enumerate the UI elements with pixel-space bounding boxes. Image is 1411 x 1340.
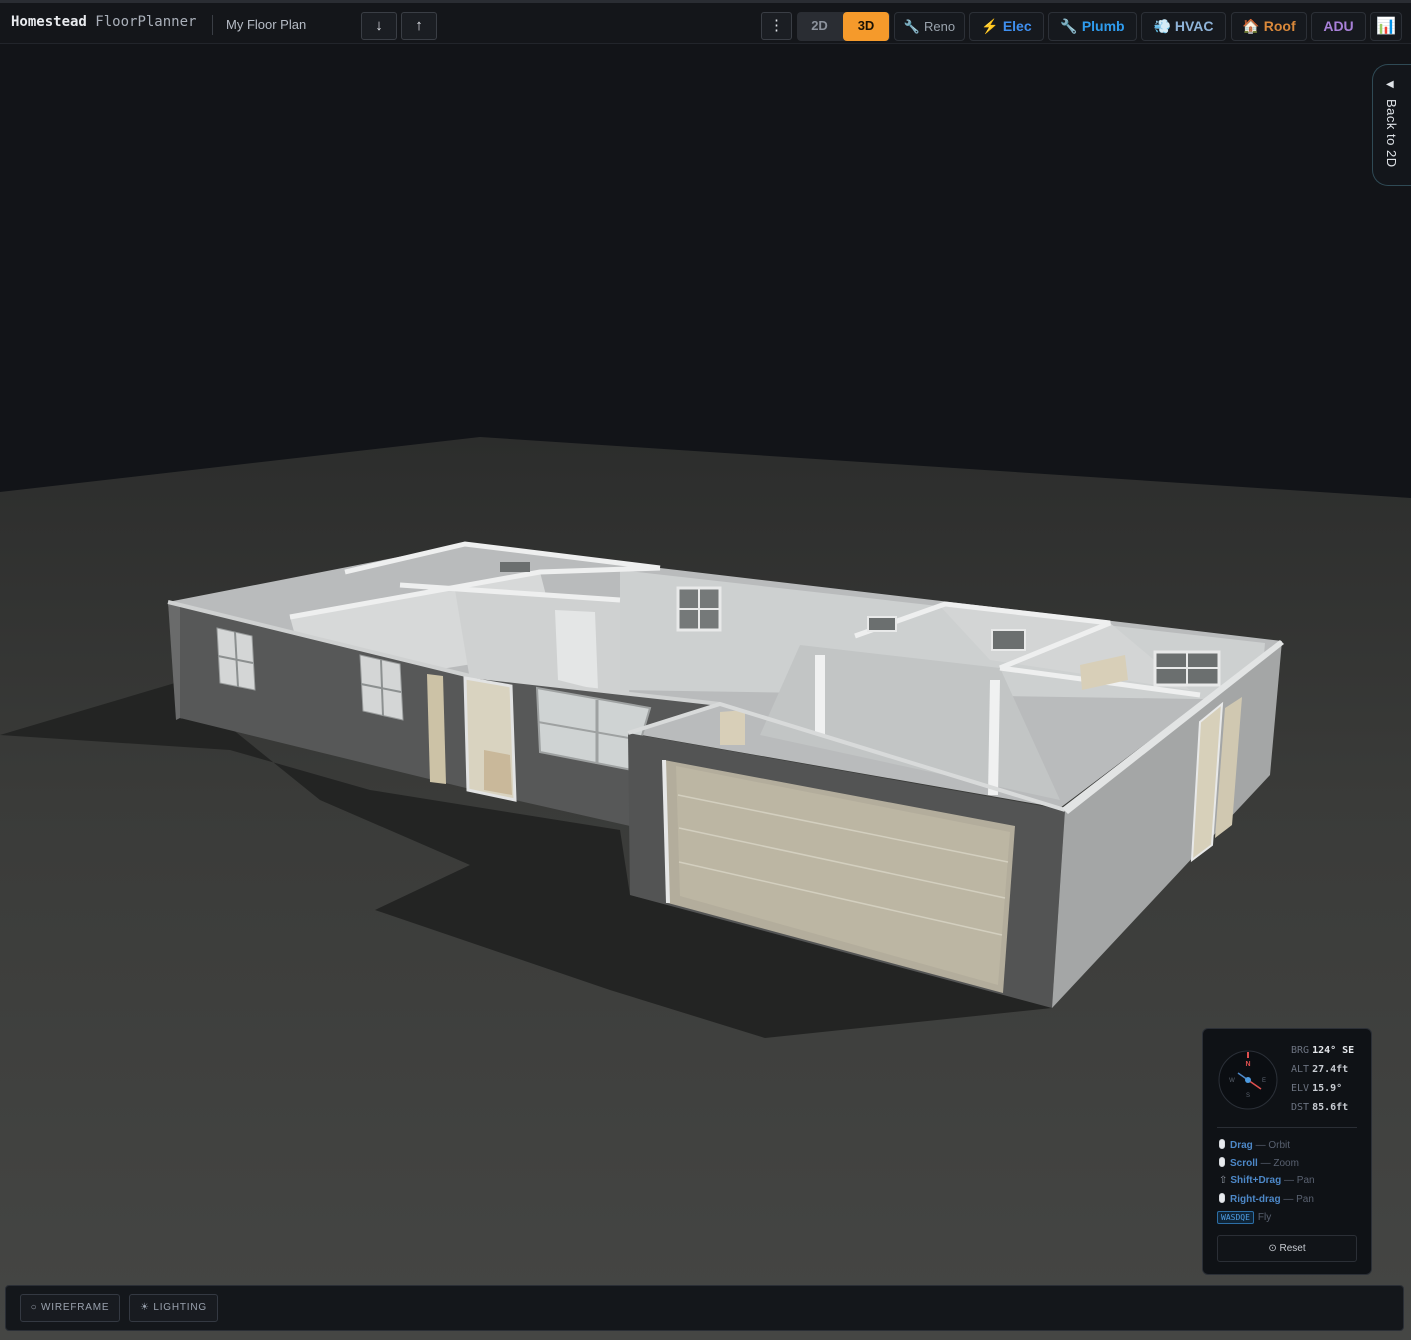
hint-key: Shift+Drag	[1230, 1175, 1282, 1186]
plan-name[interactable]: My Floor Plan	[226, 17, 306, 32]
view-2d-button[interactable]: 2D	[797, 12, 842, 41]
hvac-button[interactable]: 💨 HVAC	[1141, 12, 1226, 41]
distance-label: DST	[1291, 1102, 1310, 1113]
brand-name: Homestead	[11, 14, 87, 30]
download-icon: ↓	[375, 17, 383, 34]
3d-viewport[interactable]	[0, 44, 1411, 1340]
house-icon: 🏠	[1242, 18, 1260, 34]
more-menu-button[interactable]: ⋮	[761, 12, 792, 40]
plumb-button[interactable]: 🔧 Plumb	[1048, 12, 1137, 41]
back-to-2d-label: Back to 2D	[1384, 99, 1399, 168]
compass-east: E	[1262, 1078, 1266, 1084]
chart-icon: 📊	[1376, 18, 1396, 35]
hint-pan: ⇧ Shift+Drag — Pan	[1219, 1175, 1315, 1186]
hint-orbit: Drag — Orbit	[1219, 1139, 1290, 1151]
hint-fly: WASDQE Fly	[1217, 1211, 1271, 1224]
compass-south: S	[1246, 1093, 1250, 1099]
distance-value: 85.6ft	[1312, 1102, 1349, 1113]
wrench-icon: 🔧	[903, 19, 921, 34]
bearing-label: BRG	[1291, 1045, 1310, 1056]
adu-button[interactable]: ADU	[1311, 12, 1366, 41]
brand-divider	[212, 15, 213, 35]
arrow-left-icon: ◀	[1386, 79, 1394, 90]
compass-icon[interactable]: N S E W	[1217, 1049, 1279, 1111]
top-toolbar: Homestead FloorPlanner My Floor Plan ↓ ↑…	[0, 0, 1411, 44]
more-icon: ⋮	[769, 17, 784, 34]
brand-product: FloorPlanner	[95, 14, 197, 30]
bearing-value: 124° SE	[1312, 1045, 1355, 1056]
plumb-label: Plumb	[1081, 18, 1125, 34]
upload-icon: ↑	[415, 17, 423, 34]
hint-key: Scroll	[1230, 1158, 1258, 1169]
hint-desc: Fly	[1257, 1212, 1272, 1223]
wireframe-toggle[interactable]: ○ WIREFRAME	[20, 1294, 120, 1322]
upload-button[interactable]: ↑	[401, 12, 437, 40]
hint-zoom: Scroll — Zoom	[1219, 1157, 1299, 1169]
elevation-label: ELV	[1291, 1083, 1310, 1094]
lighting-toggle[interactable]: ☀ LIGHTING	[129, 1294, 218, 1322]
roof-button[interactable]: 🏠 Roof	[1231, 12, 1307, 41]
hint-key: Drag	[1230, 1140, 1253, 1151]
app-brand: Homestead FloorPlanner	[11, 14, 196, 30]
elevation-readout: ELV 15.9°	[1291, 1083, 1342, 1094]
download-button[interactable]: ↓	[361, 12, 397, 40]
distance-readout: DST 85.6ft	[1291, 1102, 1348, 1113]
roof-label: Roof	[1263, 18, 1296, 34]
hint-key: Right-drag	[1230, 1194, 1281, 1205]
compass-west: W	[1229, 1078, 1235, 1084]
reno-button[interactable]: 🔧 Reno	[894, 12, 965, 41]
bottom-toolbar: ○ WIREFRAME ☀ LIGHTING	[5, 1285, 1404, 1331]
hvac-label: HVAC	[1174, 18, 1214, 34]
lightning-icon: ⚡	[981, 18, 999, 34]
elevation-value: 15.9°	[1312, 1083, 1343, 1094]
fly-keys: WASDQE	[1217, 1211, 1254, 1224]
hint-right-pan: Right-drag — Pan	[1219, 1193, 1314, 1205]
mouse-icon	[1219, 1193, 1225, 1203]
stats-button[interactable]: 📊	[1370, 12, 1402, 41]
nav-divider	[1217, 1127, 1357, 1128]
hint-desc: — Zoom	[1260, 1158, 1299, 1169]
shift-icon: ⇧	[1219, 1175, 1228, 1186]
altitude-value: 27.4ft	[1312, 1064, 1349, 1075]
view-3d-button[interactable]: 3D	[843, 12, 889, 41]
bearing-readout: BRG 124° SE	[1291, 1045, 1354, 1056]
altitude-readout: ALT 27.4ft	[1291, 1064, 1348, 1075]
reno-label: Reno	[924, 19, 956, 34]
mouse-icon	[1219, 1139, 1225, 1149]
compass-north: N	[1245, 1061, 1250, 1068]
elec-button[interactable]: ⚡ Elec	[969, 12, 1044, 41]
wind-icon: 💨	[1153, 18, 1171, 34]
wrench-icon: 🔧	[1060, 18, 1078, 34]
altitude-label: ALT	[1291, 1064, 1310, 1075]
mouse-icon	[1219, 1157, 1225, 1167]
hint-desc: — Orbit	[1255, 1140, 1291, 1151]
hint-desc: — Pan	[1283, 1194, 1314, 1205]
elec-label: Elec	[1002, 18, 1032, 34]
reset-camera-button[interactable]: ⊙ Reset	[1217, 1235, 1357, 1262]
hint-desc: — Pan	[1284, 1175, 1315, 1186]
back-to-2d-tab[interactable]: ◀ Back to 2D	[1372, 64, 1411, 186]
camera-nav-panel: N S E W BRG 124° SE ALT 27.4ft ELV 15.9° DS…	[1202, 1028, 1372, 1275]
